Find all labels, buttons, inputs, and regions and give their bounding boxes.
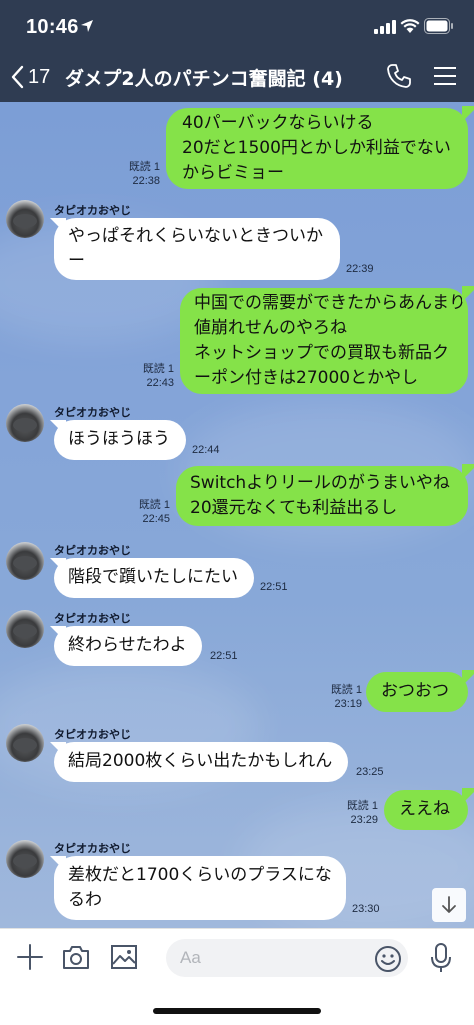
avatar[interactable] xyxy=(6,724,44,762)
hamburger-menu-icon[interactable] xyxy=(433,65,457,87)
chat-title: ダメプ2人のパチンコ奮闘記 (4) xyxy=(65,68,343,90)
message-time: 23:29 xyxy=(350,814,378,826)
message-text: 差枚だと1700くらいのプラスにな るわ xyxy=(68,865,332,910)
status-time: 10:46 xyxy=(26,16,79,38)
scroll-to-bottom-button[interactable] xyxy=(432,888,466,922)
location-arrow-icon xyxy=(81,20,93,32)
chat-bubble[interactable]: おつおつ xyxy=(366,672,468,712)
battery-icon xyxy=(424,18,453,34)
chat-nav-bar: 17 ダメプ2人のパチンコ奮闘記 (4) xyxy=(0,54,474,102)
message-time: 22:51 xyxy=(210,650,238,662)
message-meta: 既読 1 22:38 xyxy=(120,160,160,188)
plus-icon[interactable] xyxy=(16,943,44,971)
chat-bubble[interactable]: Switchよりリールのがうまいやね 20還元なくても利益出るし xyxy=(176,466,468,526)
message-text: 階段で躓いたしにたい xyxy=(68,567,238,587)
message-meta: 既読 1 22:43 xyxy=(134,362,174,390)
bubble-tail xyxy=(462,106,474,122)
read-receipt: 既読 1 xyxy=(346,800,378,812)
chat-bubble[interactable]: ほうほうほう xyxy=(54,420,186,460)
chevron-left-icon xyxy=(11,65,24,89)
message-time: 22:39 xyxy=(346,263,374,275)
message-text: 中国での需要ができたからあんまり 値崩れせんのやろね ネットショップでの買取も新… xyxy=(194,293,466,388)
image-icon[interactable] xyxy=(110,944,138,970)
message-meta: 既読 1 22:45 xyxy=(130,498,170,526)
status-bar: 10:46 xyxy=(0,0,474,54)
message-text: ええね xyxy=(399,799,450,819)
home-indicator[interactable] xyxy=(153,1008,321,1014)
read-receipt: 既読 1 xyxy=(128,161,160,173)
back-button[interactable]: 17 xyxy=(10,60,56,94)
sender-name: タピオカおやじ xyxy=(54,406,131,419)
message-text: おつおつ xyxy=(381,681,449,701)
cellular-signal-icon xyxy=(374,20,396,34)
message-text: 結局2000枚くらい出たかもしれん xyxy=(68,751,333,771)
message-text: 40パーバックならいける 20だと1500円とかしか利益でない からビミョー xyxy=(182,113,451,183)
message-text: ほうほうほう xyxy=(68,429,170,449)
read-receipt: 既読 1 xyxy=(330,684,362,696)
phone-icon[interactable] xyxy=(386,63,412,89)
header: 10:46 17 ダメプ2人のパチンコ奮闘記 (4) xyxy=(0,0,474,102)
message-time: 22:44 xyxy=(192,444,220,456)
sender-name: タピオカおやじ xyxy=(54,204,131,217)
sender-name: タピオカおやじ xyxy=(54,544,131,557)
bubble-tail xyxy=(462,286,474,302)
avatar[interactable] xyxy=(6,404,44,442)
read-receipt: 既読 1 xyxy=(138,499,170,511)
camera-icon[interactable] xyxy=(62,944,90,970)
message-time: 23:19 xyxy=(334,698,362,710)
arrow-down-icon xyxy=(442,896,456,913)
avatar[interactable] xyxy=(6,542,44,580)
message-meta: 既読 1 23:29 xyxy=(338,799,378,827)
message-text: やっぱそれくらいないときついか ー xyxy=(68,226,323,271)
read-receipt: 既読 1 xyxy=(142,363,174,375)
chat-bubble[interactable]: 40パーバックならいける 20だと1500円とかしか利益でない からビミョー xyxy=(166,108,468,189)
avatar[interactable] xyxy=(6,840,44,878)
chat-bubble[interactable]: 結局2000枚くらい出たかもしれん xyxy=(54,742,348,782)
message-time: 23:30 xyxy=(352,903,380,915)
chat-bubble[interactable]: 差枚だと1700くらいのプラスにな るわ xyxy=(54,856,346,920)
sender-name: タピオカおやじ xyxy=(54,728,131,741)
message-meta: 既読 1 23:19 xyxy=(322,683,362,711)
message-time: 23:25 xyxy=(356,766,384,778)
chat-bubble[interactable]: 中国での需要ができたからあんまり 値崩れせんのやろね ネットショップでの買取も新… xyxy=(180,288,468,394)
chat-bubble[interactable]: 階段で躓いたしにたい xyxy=(54,558,254,598)
microphone-icon[interactable] xyxy=(428,942,454,974)
sender-name: タピオカおやじ xyxy=(54,612,131,625)
chat-bubble[interactable]: やっぱそれくらいないときついか ー xyxy=(54,218,340,280)
message-time: 22:45 xyxy=(142,513,170,525)
unread-count: 17 xyxy=(28,65,51,88)
wifi-icon xyxy=(400,19,420,33)
bubble-tail xyxy=(462,670,474,686)
message-time: 22:51 xyxy=(260,581,288,593)
message-input[interactable] xyxy=(166,939,408,977)
message-text: Switchよりリールのがうまいやね 20還元なくても利益出るし xyxy=(190,473,450,518)
chat-bubble[interactable]: 終わらせたわよ xyxy=(54,626,202,666)
avatar[interactable] xyxy=(6,200,44,238)
bubble-tail xyxy=(462,788,474,804)
emoji-icon[interactable] xyxy=(374,945,402,973)
message-time: 22:38 xyxy=(132,175,160,187)
sender-name: タピオカおやじ xyxy=(54,842,131,855)
avatar[interactable] xyxy=(6,610,44,648)
message-text: 終わらせたわよ xyxy=(68,635,187,655)
chat-message-area[interactable]: 40パーバックならいける 20だと1500円とかしか利益でない からビミョー 既… xyxy=(0,102,474,928)
chat-bubble[interactable]: ええね xyxy=(384,790,468,830)
message-time: 22:43 xyxy=(146,377,174,389)
